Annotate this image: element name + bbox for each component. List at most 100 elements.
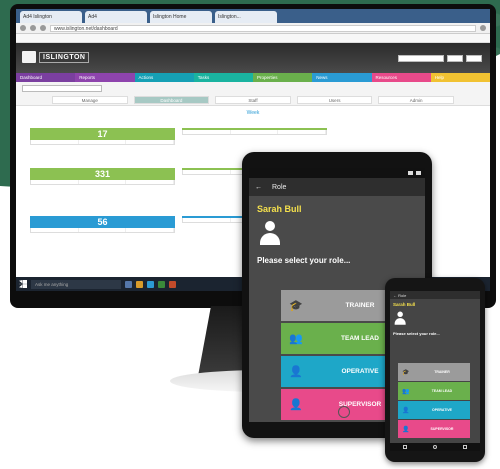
back-arrow-icon[interactable]: ←: [393, 293, 397, 298]
section-tabs: Manage Dashboard Staff Users Admin: [22, 96, 484, 104]
app-toolbar: ← Role: [249, 178, 425, 196]
nav-item[interactable]: Properties: [253, 73, 313, 82]
nav-item[interactable]: Resources: [371, 73, 431, 82]
user-name: Sarah Bull: [393, 302, 416, 307]
screen-title: Role: [398, 293, 407, 298]
person-outline-icon: 👤: [402, 407, 410, 414]
bookmarks-bar: [16, 34, 490, 43]
avatar-icon: [257, 220, 283, 246]
nav-item[interactable]: News: [312, 73, 372, 82]
intro: [390, 310, 480, 326]
section-tab[interactable]: Dashboard: [133, 96, 210, 104]
home-nav-icon[interactable]: [433, 445, 437, 449]
role-label: OPERATIVE: [432, 408, 452, 412]
kpi-cells: [30, 228, 175, 233]
status-bar: [249, 168, 425, 178]
battery-icon: [416, 171, 421, 175]
taskbar-app-icon[interactable]: [136, 280, 143, 288]
role-list: 🎓 TRAINER 👥 TEAM LEAD 👤 OPERATIVE 👤 SUPERVISOR: [398, 363, 470, 439]
kpi-cell: [126, 140, 175, 144]
browser-tabbar: Ad4 Islington Ad4 Islington Home Islingt…: [16, 9, 490, 23]
phone-screen: ← Role Sarah Bull Please select your rol…: [390, 291, 480, 451]
kpi-cell: [31, 228, 79, 232]
settings-button[interactable]: [466, 55, 482, 62]
graduation-cap-icon: 🎓: [402, 369, 410, 376]
kpi-cells: [30, 180, 175, 185]
nav-item[interactable]: Reports: [75, 73, 135, 82]
browser-tab[interactable]: Ad4 Islington: [20, 11, 82, 23]
nav-item[interactable]: Help: [430, 73, 490, 82]
kpi-cell: [183, 218, 231, 222]
logo: ISLINGTON: [22, 51, 90, 63]
team-icon: 👥: [289, 333, 303, 345]
taskbar-app-icon[interactable]: [158, 280, 165, 288]
user-field[interactable]: [398, 55, 444, 62]
intro: [249, 218, 425, 248]
kpi-tile[interactable]: 56: [30, 216, 175, 233]
kpi-tile[interactable]: 17: [30, 128, 175, 145]
kpi-cells: [182, 130, 327, 135]
section-tab[interactable]: Users: [296, 96, 373, 104]
avatar-icon: [393, 311, 406, 325]
role-option-supervisor[interactable]: 👤 SUPERVISOR: [398, 420, 470, 438]
kpi-header: 17: [30, 128, 175, 140]
nav-item[interactable]: Actions: [134, 73, 194, 82]
kpi-header: 56: [30, 216, 175, 228]
windows-start-icon[interactable]: [19, 280, 27, 288]
main-nav: Dashboard Reports Actions Tasks Properties Ne…: [16, 73, 490, 82]
browser-tab[interactable]: Ad4: [85, 11, 147, 23]
filter-bar: Manage Dashboard Staff Users Admin: [16, 82, 490, 106]
role-option-trainer[interactable]: 🎓 TRAINER: [398, 363, 470, 381]
star-icon[interactable]: [480, 25, 486, 31]
forward-icon[interactable]: [30, 25, 36, 31]
kpi-cell: [79, 180, 127, 184]
person-icon: 👤: [402, 426, 410, 433]
person-outline-icon: 👤: [289, 366, 303, 378]
team-icon: 👥: [402, 388, 410, 395]
app-toolbar: ← Role: [390, 291, 480, 299]
kpi-cell: [126, 180, 175, 184]
address-bar: www.islington.net/dashboard: [16, 23, 490, 34]
taskbar-app-icon[interactable]: [125, 280, 132, 288]
recent-apps-icon[interactable]: [463, 445, 467, 449]
section-tab[interactable]: Manage: [52, 96, 128, 104]
kpi-cell: [79, 140, 127, 144]
nav-item[interactable]: Dashboard: [16, 73, 76, 82]
graduation-cap-icon: 🎓: [289, 300, 303, 312]
section-tab[interactable]: Admin: [378, 96, 454, 104]
role-prompt: Please select your role...: [393, 331, 440, 336]
app-header: ISLINGTON: [16, 43, 490, 73]
url-input[interactable]: www.islington.net/dashboard: [50, 24, 476, 32]
section-tab[interactable]: Staff: [215, 96, 291, 104]
kpi-cell: [231, 130, 279, 134]
role-prompt: Please select your role...: [257, 256, 351, 265]
back-arrow-icon[interactable]: ←: [255, 184, 262, 191]
logout-button[interactable]: [447, 55, 463, 62]
browser-tab[interactable]: Islington...: [215, 11, 277, 23]
crest-icon: [22, 51, 36, 63]
device-showcase: Ad4 Islington Ad4 Islington Home Islingt…: [0, 0, 500, 469]
home-button[interactable]: [338, 406, 350, 418]
kpi-tile[interactable]: 331: [30, 168, 175, 185]
back-nav-icon[interactable]: [403, 445, 407, 449]
taskbar-search[interactable]: Ask me anything: [31, 279, 121, 289]
user-controls: [398, 55, 482, 62]
kpi-cell: [31, 180, 79, 184]
role-option-operative[interactable]: 👤 OPERATIVE: [398, 401, 470, 419]
browser-tab[interactable]: Islington Home: [150, 11, 212, 23]
reload-icon[interactable]: [40, 25, 46, 31]
taskbar-app-icon[interactable]: [147, 280, 154, 288]
taskbar-app-icon[interactable]: [169, 280, 176, 288]
kpi-tile[interactable]: [182, 128, 327, 135]
kpi-cells: [30, 140, 175, 145]
person-icon: 👤: [289, 399, 303, 411]
period-select[interactable]: [22, 85, 102, 92]
back-icon[interactable]: [20, 25, 26, 31]
screen-title: Role: [272, 183, 287, 191]
role-label: TEAM LEAD: [431, 389, 453, 393]
role-option-team-lead[interactable]: 👥 TEAM LEAD: [398, 382, 470, 400]
kpi-cell: [126, 228, 175, 232]
nav-item[interactable]: Tasks: [193, 73, 253, 82]
kpi-value: 17: [97, 129, 108, 139]
kpi-cell: [183, 130, 231, 134]
